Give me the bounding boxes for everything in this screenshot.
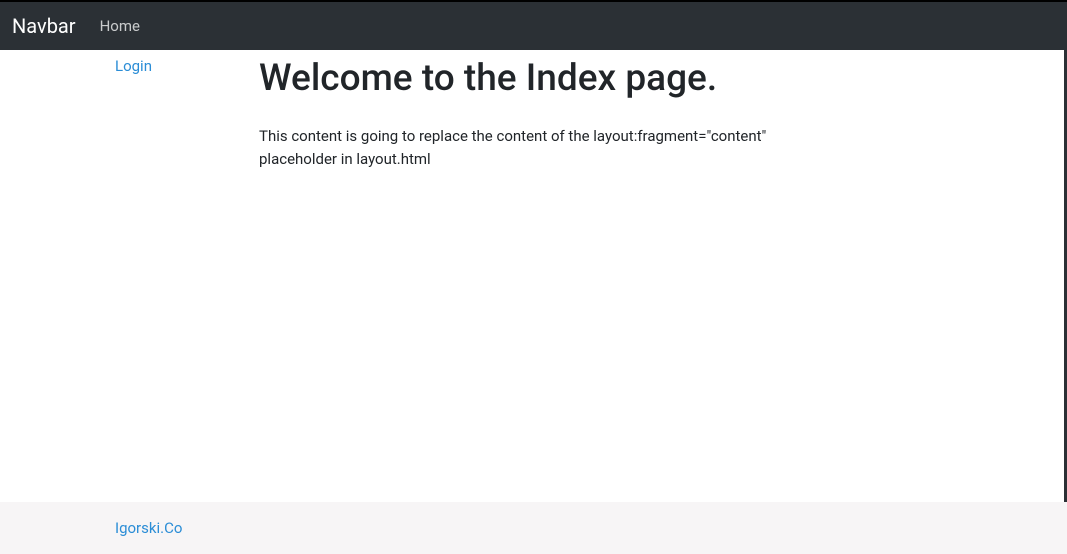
main-area: Login Welcome to the Index page. This co… bbox=[0, 50, 1067, 502]
navbar-brand[interactable]: Navbar bbox=[12, 14, 76, 38]
navbar-item-home[interactable]: Home bbox=[92, 17, 148, 35]
page-title: Welcome to the Index page. bbox=[259, 57, 799, 100]
page-body: This content is going to replace the con… bbox=[259, 125, 799, 170]
login-link[interactable]: Login bbox=[115, 57, 152, 75]
page-content: Welcome to the Index page. This content … bbox=[259, 57, 799, 170]
navbar: Navbar Home bbox=[0, 2, 1067, 50]
content-wrap: Login Welcome to the Index page. This co… bbox=[0, 50, 1067, 554]
footer: Igorski.Co bbox=[0, 502, 1067, 554]
footer-link[interactable]: Igorski.Co bbox=[115, 519, 182, 537]
